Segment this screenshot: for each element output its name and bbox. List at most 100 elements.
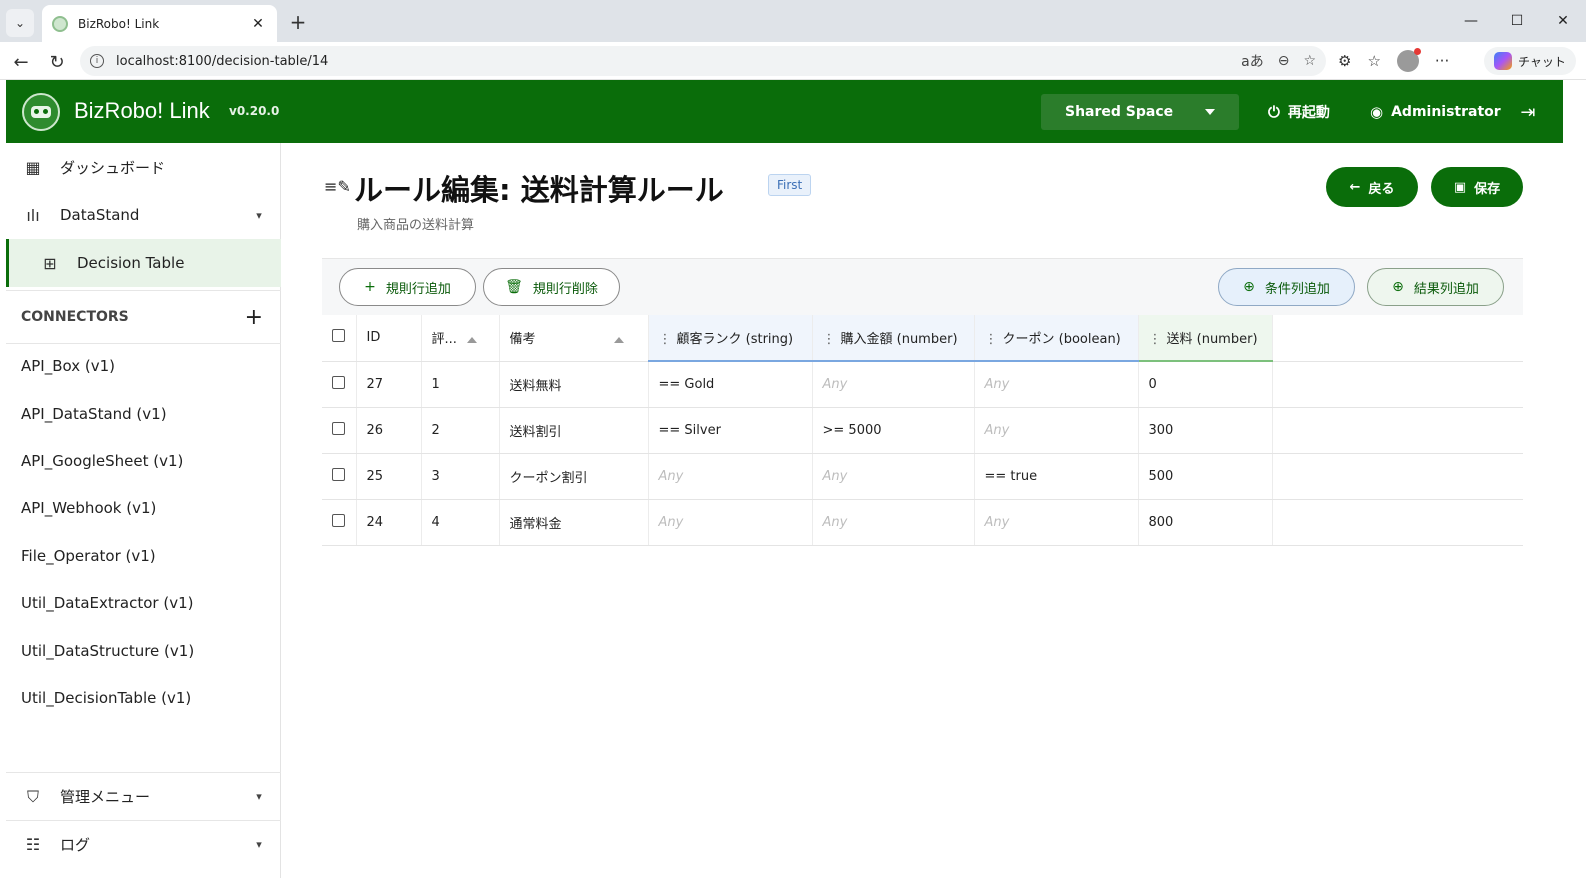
cell-condition-coupon[interactable]: == true bbox=[974, 453, 1139, 500]
table-row[interactable]: 24 4 通常料金 Any Any Any 800 bbox=[322, 499, 1523, 546]
cell-result-shipping[interactable]: 800 bbox=[1138, 499, 1273, 546]
back-arrow-icon[interactable]: ← bbox=[8, 49, 34, 75]
url-bar[interactable]: i localhost:8100/decision-table/14 aあ ⊖ … bbox=[80, 46, 1326, 76]
restart-button[interactable]: ⏻ 再起動 bbox=[1268, 94, 1330, 130]
row-checkbox[interactable] bbox=[332, 421, 345, 435]
table-row[interactable]: 25 3 クーポン割引 Any Any == true 500 bbox=[322, 453, 1523, 500]
delete-row-label: 規則行削除 bbox=[532, 281, 598, 297]
connector-item[interactable]: API_Webhook (v1) bbox=[21, 499, 156, 517]
cell-result-shipping[interactable]: 0 bbox=[1138, 361, 1273, 408]
connector-item[interactable]: Util_DataStructure (v1) bbox=[21, 642, 194, 660]
row-checkbox[interactable] bbox=[332, 467, 345, 481]
favorite-star-icon[interactable]: ☆ bbox=[1303, 53, 1316, 69]
chevron-down-icon[interactable]: ▾ bbox=[247, 209, 271, 222]
connector-item[interactable]: Util_DataExtractor (v1) bbox=[21, 594, 193, 612]
drag-handle-icon[interactable]: ⋮ bbox=[1149, 332, 1162, 347]
read-aloud-icon[interactable]: aあ bbox=[1241, 51, 1264, 71]
back-button[interactable]: ← 戻る bbox=[1326, 167, 1418, 207]
column-header-condition-rank[interactable]: ⋮ 顧客ランク (string) bbox=[648, 315, 813, 362]
app-header: BizRobo! Link v0.20.0 Shared Space ⏻ 再起動… bbox=[6, 80, 1563, 143]
maximize-icon[interactable]: ☐ bbox=[1494, 0, 1540, 42]
tab-close-icon[interactable]: ✕ bbox=[249, 16, 267, 32]
copilot-label: チャット bbox=[1518, 54, 1566, 69]
connector-item[interactable]: API_DataStand (v1) bbox=[21, 405, 167, 423]
cell-condition-amount[interactable]: >= 5000 bbox=[812, 407, 975, 454]
row-checkbox[interactable] bbox=[332, 513, 345, 527]
cell-result-shipping[interactable]: 500 bbox=[1138, 453, 1273, 500]
add-condition-column-button[interactable]: ⊕ 条件列追加 bbox=[1218, 268, 1355, 306]
drag-handle-icon[interactable]: ⋮ bbox=[659, 332, 672, 347]
cell-condition-rank[interactable]: == Silver bbox=[648, 407, 813, 454]
cell-note[interactable]: 送料無料 bbox=[499, 361, 649, 408]
column-header-condition-amount[interactable]: ⋮ 購入金額 (number) bbox=[812, 315, 975, 362]
space-select[interactable]: Shared Space bbox=[1041, 94, 1239, 130]
settings-more-icon[interactable]: ··· bbox=[1435, 52, 1449, 70]
drag-handle-icon[interactable]: ⋮ bbox=[823, 332, 836, 347]
column-header-filler bbox=[1272, 315, 1523, 362]
cell-condition-coupon[interactable]: Any bbox=[974, 361, 1139, 408]
connector-item[interactable]: API_Box (v1) bbox=[21, 357, 115, 375]
user-button[interactable]: ◉ Administrator bbox=[1370, 94, 1501, 130]
site-info-icon[interactable]: i bbox=[90, 54, 104, 68]
drag-handle-icon[interactable]: ⋮ bbox=[985, 332, 998, 347]
cell-condition-rank[interactable]: Any bbox=[648, 499, 813, 546]
restart-label: 再起動 bbox=[1287, 105, 1330, 121]
cell-condition-amount[interactable]: Any bbox=[812, 361, 975, 408]
cell-priority[interactable]: 1 bbox=[421, 361, 500, 408]
cell-note[interactable]: 通常料金 bbox=[499, 499, 649, 546]
extensions-icon[interactable]: ⚙ bbox=[1338, 52, 1351, 70]
cell-priority[interactable]: 3 bbox=[421, 453, 500, 500]
cell-condition-rank[interactable]: == Gold bbox=[648, 361, 813, 408]
tab-list-chevron-icon[interactable]: ⌄ bbox=[6, 9, 34, 37]
sidebar-item-admin-menu[interactable]: ⛉ 管理メニュー ▾ bbox=[6, 772, 281, 820]
favorites-icon[interactable]: ☆ bbox=[1367, 52, 1380, 70]
chevron-down-icon[interactable]: ▾ bbox=[247, 838, 271, 851]
reload-icon[interactable]: ↻ bbox=[44, 49, 70, 75]
window-close-icon[interactable]: ✕ bbox=[1540, 0, 1586, 42]
cell-condition-amount[interactable]: Any bbox=[812, 453, 975, 500]
more-circle-icon[interactable]: ⊖ bbox=[1278, 53, 1290, 69]
cell-condition-coupon[interactable]: Any bbox=[974, 407, 1139, 454]
connector-item[interactable]: API_GoogleSheet (v1) bbox=[21, 452, 183, 470]
column-header-note[interactable]: 備考 bbox=[499, 315, 649, 362]
profile-avatar[interactable] bbox=[1396, 48, 1421, 72]
new-tab-icon[interactable]: + bbox=[286, 10, 310, 34]
cell-condition-coupon[interactable]: Any bbox=[974, 499, 1139, 546]
table-row[interactable]: 27 1 送料無料 == Gold Any Any 0 bbox=[322, 361, 1523, 408]
column-header-id[interactable]: ID bbox=[356, 315, 422, 362]
cell-condition-amount[interactable]: Any bbox=[812, 499, 975, 546]
add-result-column-button[interactable]: ⊕ 結果列追加 bbox=[1367, 268, 1504, 306]
cell-note[interactable]: 送料割引 bbox=[499, 407, 649, 454]
chevron-down-icon[interactable]: ▾ bbox=[247, 790, 271, 803]
url-text[interactable]: localhost:8100/decision-table/14 bbox=[116, 54, 1241, 69]
cell-condition-rank[interactable]: Any bbox=[648, 453, 813, 500]
copilot-button[interactable]: チャット bbox=[1484, 47, 1576, 75]
column-header-condition-coupon[interactable]: ⋮ クーポン (boolean) bbox=[974, 315, 1139, 362]
select-all-checkbox[interactable] bbox=[332, 329, 345, 343]
minimize-icon[interactable]: — bbox=[1448, 0, 1494, 42]
cell-priority[interactable]: 2 bbox=[421, 407, 500, 454]
column-header-label: 備考 bbox=[509, 332, 536, 348]
browser-tab[interactable]: BizRobo! Link ✕ bbox=[42, 5, 277, 42]
add-connector-icon[interactable]: + bbox=[245, 305, 263, 330]
save-disk-icon: ▣ bbox=[1453, 179, 1467, 195]
cell-result-shipping[interactable]: 300 bbox=[1138, 407, 1273, 454]
column-header-result-shipping[interactable]: ⋮ 送料 (number) bbox=[1138, 315, 1273, 362]
delete-row-button[interactable]: 🗑 規則行削除 bbox=[483, 268, 620, 306]
sort-ascending-icon[interactable] bbox=[613, 336, 624, 343]
sidebar-item-datastand[interactable]: ılı DataStand ▾ bbox=[6, 191, 281, 239]
logout-icon[interactable]: ⇥ bbox=[1516, 100, 1540, 124]
cell-note[interactable]: クーポン割引 bbox=[499, 453, 649, 500]
save-button[interactable]: ▣ 保存 bbox=[1431, 167, 1523, 207]
column-header-priority[interactable]: 評... bbox=[421, 315, 500, 362]
sidebar-item-log[interactable]: ☷ ログ ▾ bbox=[6, 820, 281, 868]
sidebar-item-decision-table[interactable]: ⊞ Decision Table bbox=[6, 239, 281, 287]
sidebar-item-dashboard[interactable]: ▦ ダッシュボード bbox=[6, 143, 281, 191]
connector-item[interactable]: File_Operator (v1) bbox=[21, 547, 156, 565]
table-row[interactable]: 26 2 送料割引 == Silver >= 5000 Any 300 bbox=[322, 407, 1523, 454]
add-row-button[interactable]: + 規則行追加 bbox=[339, 268, 476, 306]
row-checkbox[interactable] bbox=[332, 375, 345, 389]
sort-ascending-icon[interactable] bbox=[466, 336, 477, 343]
cell-priority[interactable]: 4 bbox=[421, 499, 500, 546]
connector-item[interactable]: Util_DecisionTable (v1) bbox=[21, 689, 191, 707]
